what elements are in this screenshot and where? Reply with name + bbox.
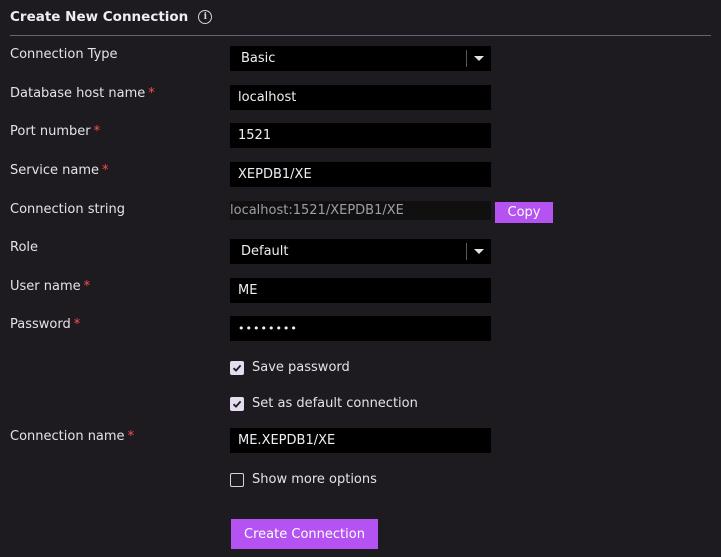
select-separator [466, 50, 467, 67]
password-input[interactable]: •••••••• [230, 316, 491, 341]
checkbox-icon[interactable] [230, 472, 244, 487]
connection-string-value: localhost:1521/XEPDB1/XE [230, 201, 491, 220]
role-value: Default [241, 244, 289, 259]
default-connection-label: Set as default connection [252, 396, 418, 411]
save-password-checkbox[interactable]: Save password [230, 360, 350, 375]
dialog-header: Create New Connection i [10, 6, 213, 28]
connection-type-value: Basic [241, 51, 276, 66]
create-connection-button[interactable]: Create Connection [231, 519, 378, 549]
connection-type-select[interactable]: Basic [230, 46, 491, 71]
connection-name-input[interactable]: ME.XEPDB1/XE [230, 428, 491, 453]
info-icon[interactable]: i [198, 10, 213, 24]
save-password-label: Save password [252, 360, 350, 375]
port-label: Port number * [10, 124, 101, 139]
password-label: Password * [10, 317, 81, 332]
db-host-label: Database host name * [10, 86, 155, 101]
connection-type-label: Connection Type [10, 47, 118, 62]
page-title: Create New Connection [10, 9, 189, 25]
role-select[interactable]: Default [230, 239, 491, 264]
role-label: Role [10, 240, 39, 255]
service-input[interactable]: XEPDB1/XE [230, 162, 491, 187]
service-label: Service name * [10, 163, 109, 178]
checkbox-icon[interactable] [230, 360, 244, 375]
username-label: User name * [10, 279, 91, 294]
select-separator [466, 243, 467, 260]
username-input[interactable]: ME [230, 278, 491, 303]
connection-string-label: Connection string [10, 202, 126, 217]
connection-name-label: Connection name * [10, 429, 135, 444]
show-more-options-checkbox[interactable]: Show more options [230, 472, 377, 487]
header-divider [10, 35, 711, 36]
default-connection-checkbox[interactable]: Set as default connection [230, 396, 418, 411]
show-more-options-label: Show more options [252, 472, 377, 487]
chevron-down-icon[interactable] [474, 249, 484, 254]
port-input[interactable]: 1521 [230, 123, 491, 148]
checkbox-icon[interactable] [230, 396, 244, 411]
db-host-input[interactable]: localhost [230, 85, 491, 110]
chevron-down-icon[interactable] [474, 56, 484, 61]
copy-button[interactable]: Copy [495, 202, 553, 223]
